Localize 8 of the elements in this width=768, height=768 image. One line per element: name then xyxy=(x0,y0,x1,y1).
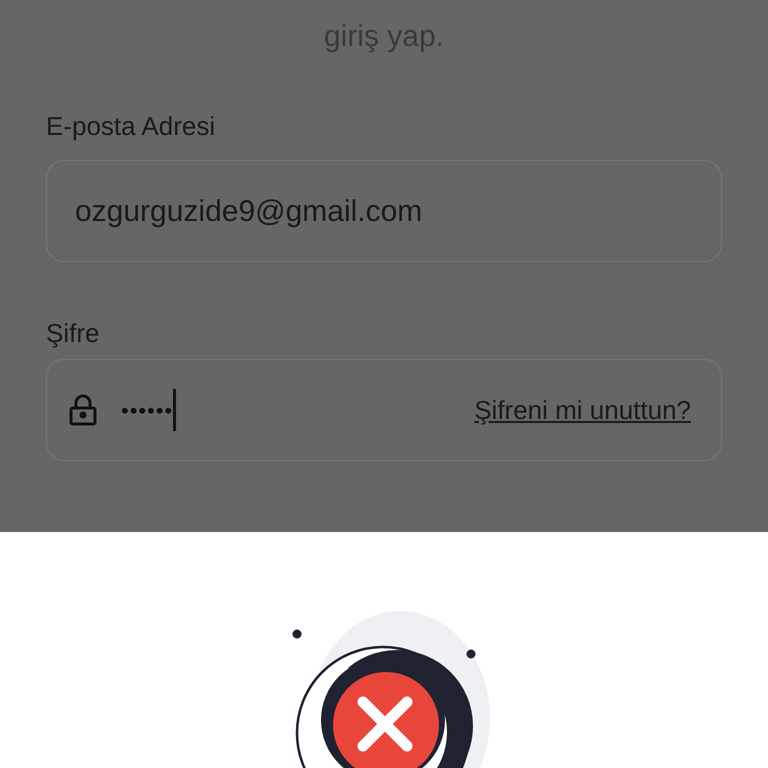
forgot-password-link[interactable]: Şifreni mi unuttun? xyxy=(474,390,691,430)
email-field[interactable]: ozgurguzide9@gmail.com xyxy=(46,160,722,262)
password-field[interactable]: •••••• Şifreni mi unuttun? xyxy=(46,359,722,461)
field-label: E-posta Adresi xyxy=(46,110,216,143)
lock-icon xyxy=(69,394,97,426)
text-cursor xyxy=(173,389,176,431)
password-value: •••••• xyxy=(121,396,174,424)
field-label: Şifre xyxy=(46,317,100,350)
